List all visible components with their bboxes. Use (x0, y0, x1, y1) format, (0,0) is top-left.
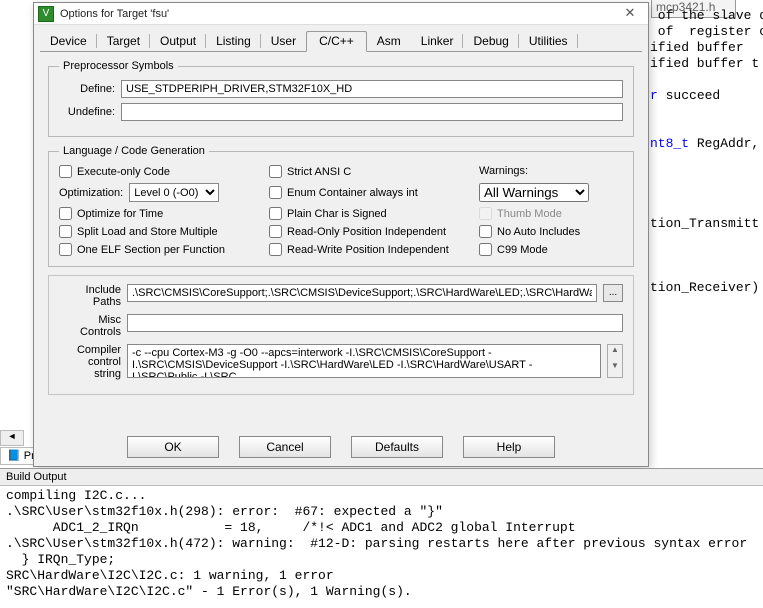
split-load-checkbox[interactable] (59, 225, 72, 238)
include-paths-browse-button[interactable]: ... (603, 284, 623, 302)
execute-only-label: Execute-only Code (77, 166, 170, 178)
optimize-time-label: Optimize for Time (77, 208, 163, 220)
preprocessor-legend: Preprocessor Symbols (59, 60, 178, 72)
tab-target[interactable]: Target (97, 31, 150, 51)
dialog-button-row: OK Cancel Defaults Help (34, 436, 648, 458)
scroll-up-icon[interactable]: ▲ (608, 345, 622, 361)
tab-cc[interactable]: C/C++ (306, 31, 367, 52)
build-output-panel: Build Output compiling I2C.c... .\SRC\Us… (0, 468, 763, 606)
optimization-select[interactable]: Level 0 (-O0) (129, 183, 219, 202)
code-frag: of register o (650, 24, 763, 39)
undefine-input[interactable] (121, 103, 623, 121)
build-line: ADC1_2_IRQn = 18, /*!< ADC1 and ADC2 glo… (6, 520, 576, 535)
include-paths-input[interactable] (127, 284, 597, 302)
code-frag: tion_Receiver) (650, 280, 759, 295)
warnings-select[interactable]: All Warnings (479, 183, 589, 202)
define-label: Define: (59, 83, 115, 95)
code-frag: ified buffer (650, 40, 744, 55)
dialog-title: Options for Target 'fsu' (60, 8, 616, 20)
tab-device[interactable]: Device (40, 31, 97, 51)
code-frag: of the slave d (650, 8, 763, 23)
build-line: } IRQn_Type; (6, 552, 115, 567)
tab-debug[interactable]: Debug (463, 31, 518, 51)
project-scroll-left[interactable]: ◄ (0, 430, 24, 446)
c99-mode-label: C99 Mode (497, 244, 548, 256)
split-load-label: Split Load and Store Multiple (77, 226, 218, 238)
rw-pi-checkbox[interactable] (269, 243, 282, 256)
code-frag: tion_Transmitt (650, 216, 759, 231)
language-group: Language / Code Generation Execute-only … (48, 145, 634, 267)
tab-output[interactable]: Output (150, 31, 206, 51)
tab-linker[interactable]: Linker (411, 31, 464, 51)
build-output-body[interactable]: compiling I2C.c... .\SRC\User\stm32f10x.… (0, 486, 763, 606)
build-line: .\SRC\User\stm32f10x.h(298): error: #67:… (6, 504, 443, 519)
tab-strip: Device Target Output Listing User C/C++ … (34, 25, 648, 51)
one-elf-label: One ELF Section per Function (77, 244, 225, 256)
include-paths-label: Include Paths (59, 284, 121, 308)
code-frag: succeed (658, 88, 720, 103)
build-line: "SRC\HardWare\I2C\I2C.c" - 1 Error(s), 1… (6, 584, 412, 599)
code-type: nt8_t (650, 136, 689, 151)
build-output-header: Build Output (0, 469, 763, 486)
close-button[interactable]: ✕ (616, 5, 644, 23)
defaults-button[interactable]: Defaults (351, 436, 443, 458)
tab-user[interactable]: User (261, 31, 306, 51)
ro-pi-checkbox[interactable] (269, 225, 282, 238)
execute-only-checkbox[interactable] (59, 165, 72, 178)
undefine-label: Undefine: (59, 106, 115, 118)
tab-utilities[interactable]: Utilities (519, 31, 578, 51)
ok-button[interactable]: OK (127, 436, 219, 458)
preprocessor-group: Preprocessor Symbols Define: Undefine: (48, 60, 634, 137)
strict-ansi-label: Strict ANSI C (287, 166, 351, 178)
ro-pi-label: Read-Only Position Independent (287, 226, 446, 238)
app-icon: V (38, 6, 54, 22)
warnings-label: Warnings: (479, 165, 623, 177)
code-frag: RegAddr, (689, 136, 759, 151)
no-auto-includes-checkbox[interactable] (479, 225, 492, 238)
thumb-mode-label: Thumb Mode (497, 208, 562, 220)
options-dialog: V Options for Target 'fsu' ✕ Device Targ… (33, 2, 649, 467)
tab-asm[interactable]: Asm (367, 31, 411, 51)
compiler-string-label: Compiler control string (59, 344, 121, 380)
one-elf-checkbox[interactable] (59, 243, 72, 256)
dialog-titlebar: V Options for Target 'fsu' ✕ (34, 3, 648, 25)
strict-ansi-checkbox[interactable] (269, 165, 282, 178)
compiler-string-textarea[interactable]: -c --cpu Cortex-M3 -g -O0 --apcs=interwo… (127, 344, 601, 378)
cancel-button[interactable]: Cancel (239, 436, 331, 458)
code-keyword: r (650, 88, 658, 103)
paths-group: Include Paths ... Misc Controls Compiler… (48, 275, 634, 395)
tab-listing[interactable]: Listing (206, 31, 261, 51)
no-auto-includes-label: No Auto Includes (497, 226, 580, 238)
help-button[interactable]: Help (463, 436, 555, 458)
plain-char-label: Plain Char is Signed (287, 208, 387, 220)
misc-controls-input[interactable] (127, 314, 623, 332)
optimize-time-checkbox[interactable] (59, 207, 72, 220)
language-legend: Language / Code Generation (59, 145, 209, 157)
thumb-mode-checkbox (479, 207, 492, 220)
build-line: .\SRC\User\stm32f10x.h(472): warning: #1… (6, 536, 747, 551)
define-input[interactable] (121, 80, 623, 98)
enum-int-label: Enum Container always int (287, 187, 418, 199)
c99-mode-checkbox[interactable] (479, 243, 492, 256)
compiler-string-scrollbar[interactable]: ▲▼ (607, 344, 623, 378)
build-line: compiling I2C.c... (6, 488, 146, 503)
plain-char-checkbox[interactable] (269, 207, 282, 220)
build-line: SRC\HardWare\I2C\I2C.c: 1 warning, 1 err… (6, 568, 334, 583)
rw-pi-label: Read-Write Position Independent (287, 244, 449, 256)
scroll-down-icon[interactable]: ▼ (608, 361, 622, 377)
misc-controls-label: Misc Controls (59, 314, 121, 338)
optimization-label: Optimization: (59, 187, 123, 199)
enum-int-checkbox[interactable] (269, 186, 282, 199)
code-frag: ified buffer t (650, 56, 759, 71)
